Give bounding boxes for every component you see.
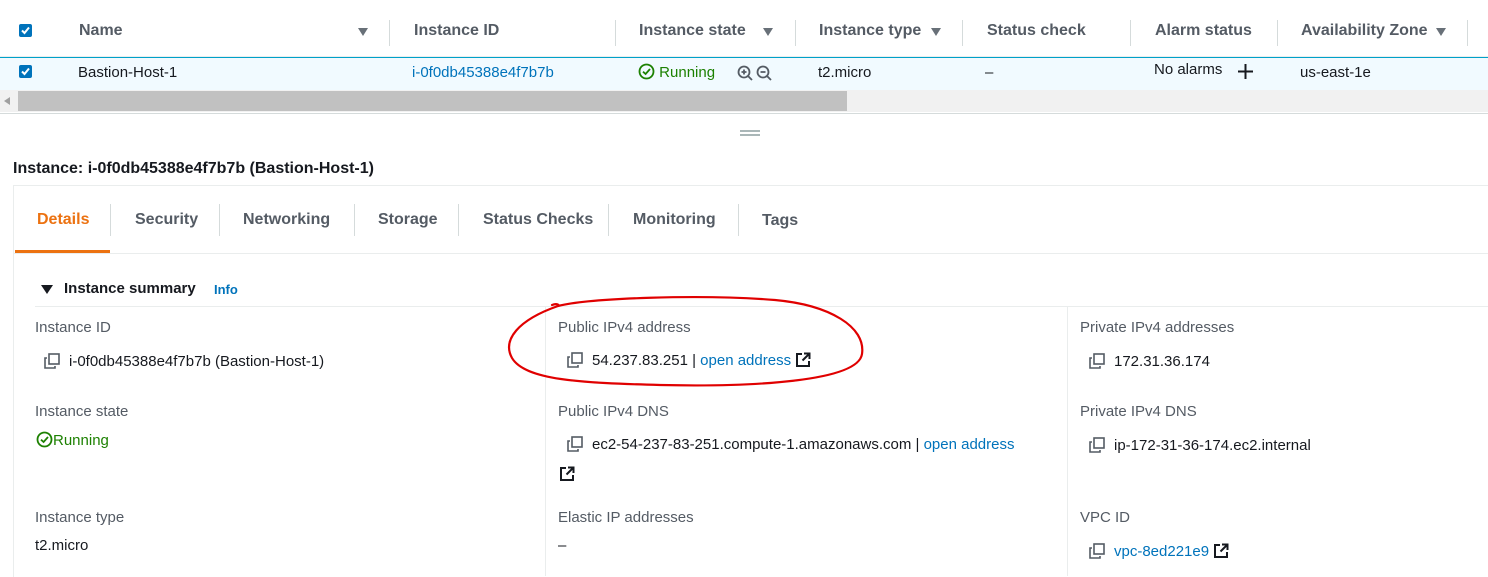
add-alarm-icon[interactable] [1237,63,1254,80]
scrollbar-thumb[interactable] [18,91,847,111]
private-ipv4-label: Private IPv4 addresses [1080,319,1235,336]
public-dns-label: Public IPv4 DNS [558,403,669,420]
active-tab-indicator [15,250,110,253]
filter-icon[interactable] [931,28,941,36]
tab-storage[interactable]: Storage [378,211,438,229]
copy-icon[interactable] [1089,437,1105,453]
column-header-instance-id[interactable]: Instance ID [414,8,499,56]
table-header: Name Instance ID Instance state Instance… [0,8,1488,57]
column-header-instance-type[interactable]: Instance type [819,8,921,56]
sort-icon[interactable] [358,28,368,36]
row-alarm-status: No alarms [1154,61,1223,78]
tab-tags[interactable]: Tags [762,212,798,230]
zoom-out-icon[interactable] [756,65,773,82]
row-availability-zone: us-east-1e [1300,64,1371,81]
filter-icon[interactable] [1436,28,1446,36]
select-all-checkbox[interactable] [19,24,32,37]
instance-state-value: Running [36,431,109,449]
private-ipv4-value: 172.31.36.174 [1089,353,1210,370]
horizontal-scrollbar[interactable] [0,90,1488,112]
column-header-instance-state[interactable]: Instance state [639,8,746,56]
instance-id-value: i-0f0db45388e4f7b7b (Bastion-Host-1) [44,353,324,370]
row-instance-id-link[interactable]: i-0f0db45388e4f7b7b [412,58,554,90]
row-state: Running [638,58,715,90]
copy-icon[interactable] [1089,353,1105,369]
copy-icon[interactable] [44,353,60,369]
row-status-check: – [985,64,994,81]
vpc-id-value: vpc-8ed221e9 [1089,543,1229,560]
copy-icon[interactable] [1089,543,1105,559]
scroll-left-icon[interactable] [4,97,10,105]
check-circle-icon [638,63,655,80]
instance-type-value: t2.micro [35,537,89,554]
row-checkbox[interactable] [19,65,32,78]
zoom-in-icon[interactable] [737,65,754,82]
open-address-link[interactable]: open address [924,436,1015,453]
instance-title: Instance: i-0f0db45388e4f7b7b (Bastion-H… [13,160,374,177]
caret-down-icon [41,285,53,294]
elastic-ip-value: – [558,537,567,554]
instance-id-label: Instance ID [35,319,111,336]
instance-state-label: Instance state [35,403,129,420]
section-heading: Instance summary [64,280,196,297]
tab-status-checks[interactable]: Status Checks [483,211,593,229]
instance-type-label: Instance type [35,509,125,526]
column-header-alarm-status[interactable]: Alarm status [1155,8,1252,56]
info-link[interactable]: Info [214,282,238,297]
column-header-status-check[interactable]: Status check [987,8,1086,56]
tab-monitoring[interactable]: Monitoring [633,211,716,229]
column-header-availability-zone[interactable]: Availability Zone [1301,8,1428,56]
vpc-id-link[interactable]: vpc-8ed221e9 [1114,543,1209,560]
row-instance-type: t2.micro [818,64,872,81]
filter-icon[interactable] [763,28,773,36]
table-row[interactable]: Bastion-Host-1 i-0f0db45388e4f7b7b Runni… [0,57,1488,91]
annotation-circle [508,296,864,387]
row-name: Bastion-Host-1 [78,64,178,81]
tab-networking[interactable]: Networking [243,211,330,229]
private-dns-label: Private IPv4 DNS [1080,403,1197,420]
split-divider [0,113,1488,114]
check-circle-icon [36,431,53,448]
vpc-id-label: VPC ID [1080,509,1131,526]
elastic-ip-label: Elastic IP addresses [558,509,694,526]
tab-security[interactable]: Security [135,211,198,229]
external-link-icon[interactable] [559,466,575,482]
column-header-name[interactable]: Name [79,8,123,56]
tab-underline [13,253,1488,254]
external-link-icon[interactable] [1213,543,1229,559]
collapse-toggle[interactable] [41,281,53,299]
private-dns-value: ip-172-31-36-174.ec2.internal [1089,437,1311,454]
public-dns-value: ec2-54-237-83-251.compute-1.amazonaws.co… [567,436,1014,453]
copy-icon[interactable] [567,436,583,452]
tab-details[interactable]: Details [37,211,89,229]
